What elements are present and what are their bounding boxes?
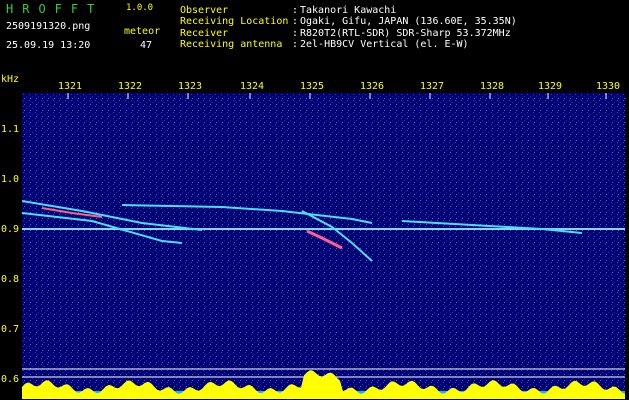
x-tick-label: 1328 [480,81,505,92]
app-version: 1.0.0 [126,3,154,13]
x-tick-label: 1323 [178,81,203,92]
info-colon: : [292,5,299,16]
info-value-antenna: 2el-HB9CV Vertical (el. E-W) [300,39,469,50]
y-tick-label: 0.8 [1,274,20,285]
info-colon: : [292,16,299,27]
app-title: HROFFT [6,2,104,16]
info-value-observer: Takanori Kawachi [300,5,397,16]
y-axis-unit: kHz [1,74,20,85]
info-label-receiver: Receiver [180,28,229,39]
info-value-receiver: R820T2(RTL-SDR) SDR-Sharp 53.372MHz [300,28,511,39]
info-colon: : [292,39,299,50]
datetime: 25.09.19 13:20 [6,40,91,51]
y-tick-label: 0.7 [1,324,20,335]
x-tick-label: 1322 [118,81,143,92]
info-value-location: Ogaki, Gifu, JAPAN (136.60E, 35.35N) [300,16,517,27]
x-tick-label: 1321 [58,81,83,92]
info-colon: : [292,28,299,39]
info-label-location: Receiving Location [180,16,289,27]
spectrogram-plot [22,93,625,399]
meteor-count-label: meteor [124,26,161,37]
info-label-antenna: Receiving antenna [180,39,283,50]
filename: 2509191320.png [6,21,91,32]
x-tick-label: 1330 [596,81,621,92]
x-tick-label: 1326 [360,81,385,92]
y-tick-label: 0.9 [1,224,20,235]
x-tick-label: 1329 [538,81,563,92]
noise-floor [22,93,625,399]
x-tick-label: 1324 [240,81,265,92]
y-tick-label: 1.0 [1,174,20,185]
y-tick-label: 0.6 [1,374,20,385]
x-tick-label: 1325 [300,81,325,92]
info-label-observer: Observer [180,5,229,16]
x-tick-label: 1327 [420,81,445,92]
y-tick-label: 1.1 [1,124,20,135]
meteor-count-value: 47 [140,40,153,51]
